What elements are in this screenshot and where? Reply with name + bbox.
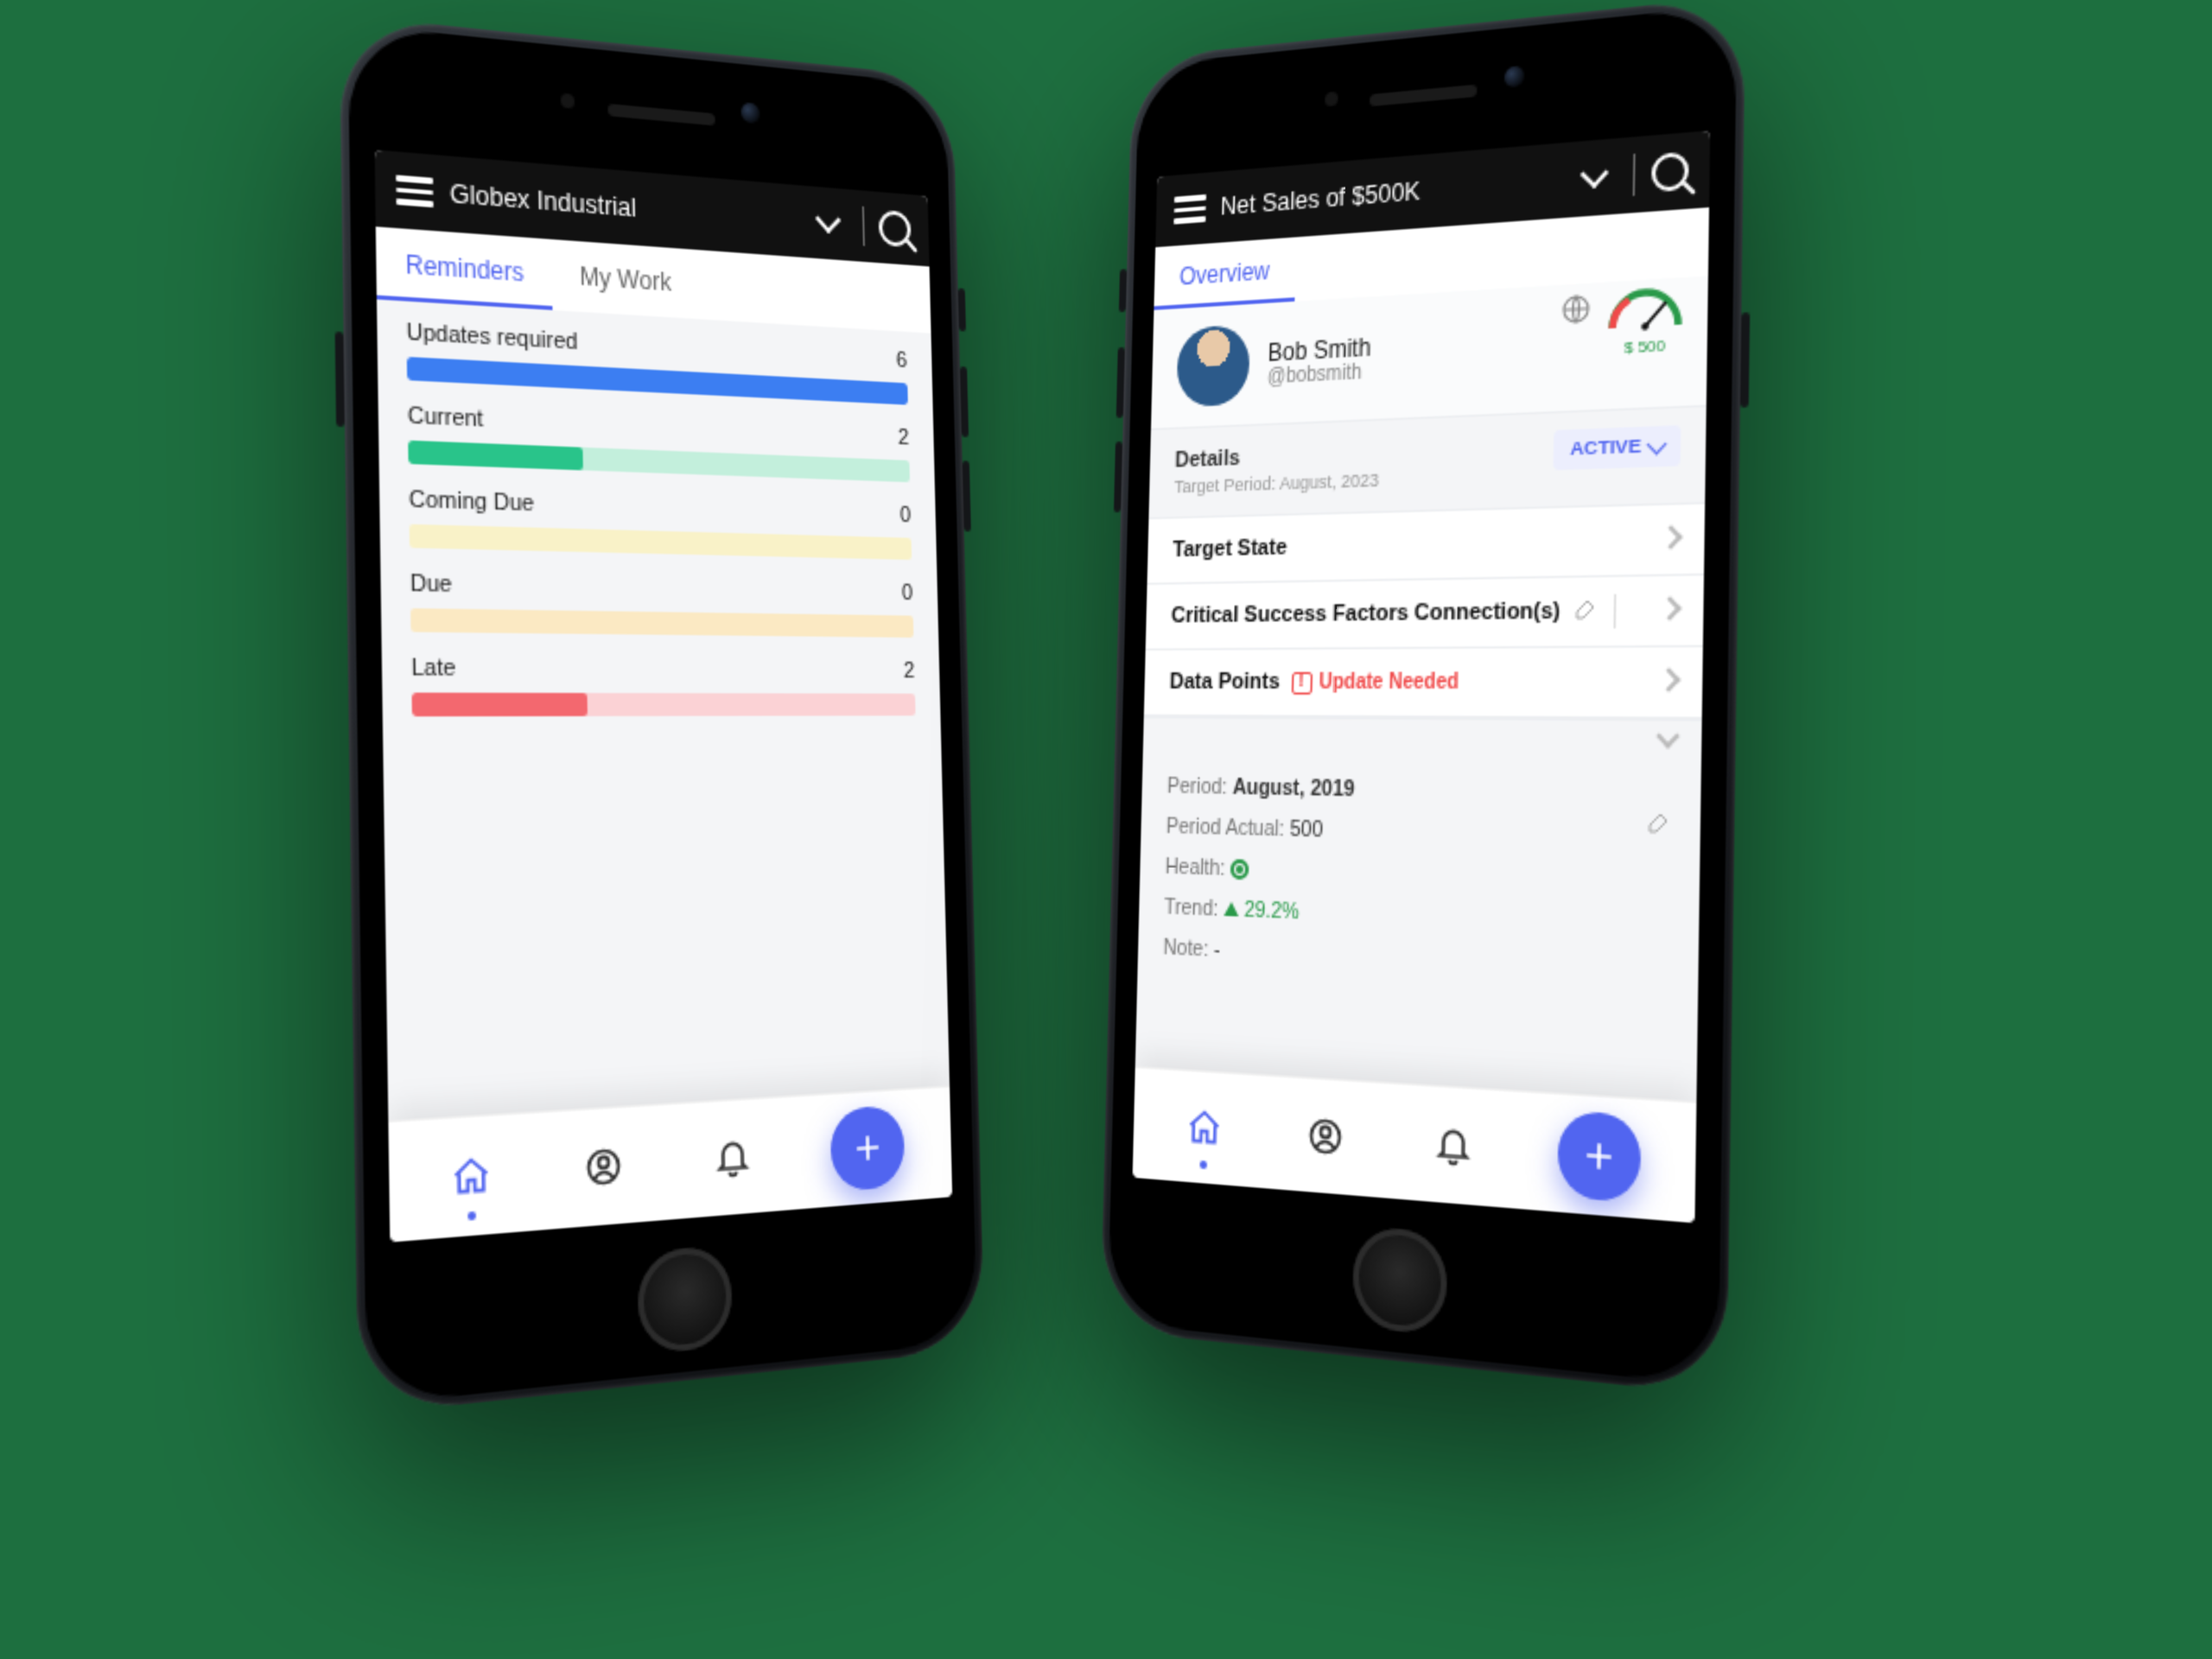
bell-icon[interactable] xyxy=(1427,1116,1479,1176)
progress-track xyxy=(410,608,913,638)
reminder-count: 0 xyxy=(899,504,911,528)
tab-my-work[interactable]: My Work xyxy=(551,239,699,319)
chevron-right-icon xyxy=(1660,669,1677,695)
speaker xyxy=(607,104,715,126)
speaker xyxy=(1370,85,1477,107)
section-data-points-title: Data Points xyxy=(1169,670,1280,694)
screen-right: Net Sales of $500K Overview Bob Smith @b… xyxy=(1133,130,1711,1223)
reminder-row[interactable]: Late 2 xyxy=(381,636,940,721)
sensor xyxy=(1325,92,1338,107)
screen-left: Globex Industrial Reminders My Work Upda… xyxy=(375,149,953,1242)
tab-overview[interactable]: Overview xyxy=(1154,237,1296,309)
tab-reminders[interactable]: Reminders xyxy=(376,226,553,310)
reminder-label: Current xyxy=(408,404,484,432)
profile-icon[interactable] xyxy=(577,1137,630,1197)
chevron-right-icon xyxy=(1662,598,1679,624)
globe-icon[interactable] xyxy=(1560,291,1592,327)
edit-icon[interactable] xyxy=(1573,594,1616,629)
section-details-subtitle: Target Period: August, 2023 xyxy=(1174,470,1379,497)
reminder-label: Updates required xyxy=(406,321,578,355)
edit-icon[interactable] xyxy=(1645,808,1671,848)
progress-fill xyxy=(408,441,582,471)
reminder-count: 2 xyxy=(898,426,909,450)
menu-icon[interactable] xyxy=(1173,194,1206,225)
menu-icon[interactable] xyxy=(396,175,434,207)
gauge-value: $ 500 xyxy=(1604,335,1687,359)
reminder-label: Coming Due xyxy=(409,487,534,517)
profile-icon[interactable] xyxy=(1300,1108,1351,1166)
phone-mockup-right: Net Sales of $500K Overview Bob Smith @b… xyxy=(1100,0,1745,1396)
section-csf-title: Critical Success Factors Connection(s) xyxy=(1171,599,1560,628)
reminder-label: Due xyxy=(410,571,452,598)
chevron-down-icon[interactable] xyxy=(816,206,842,234)
reminder-row[interactable]: Due 0 xyxy=(380,551,938,642)
gauge-chart: $ 500 xyxy=(1604,282,1687,346)
divider xyxy=(862,207,865,246)
add-button[interactable] xyxy=(830,1104,906,1192)
reminder-count: 2 xyxy=(903,659,914,683)
page-title: Net Sales of $500K xyxy=(1220,165,1568,220)
progress-fill xyxy=(411,693,587,717)
front-camera xyxy=(1504,66,1524,88)
search-icon[interactable] xyxy=(879,210,912,248)
update-needed-badge: Update Needed xyxy=(1291,671,1459,694)
reminder-label: Late xyxy=(411,656,456,682)
bell-icon[interactable] xyxy=(707,1128,758,1186)
phone-mockup-left: Globex Industrial Reminders My Work Upda… xyxy=(339,15,984,1415)
reminders-list: Updates required 6 Current 2 Coming Due 0 D… xyxy=(377,300,950,1121)
home-button[interactable] xyxy=(637,1244,733,1355)
section-details-title: Details xyxy=(1175,447,1241,473)
chevron-down-icon[interactable] xyxy=(1659,728,1676,758)
section-target-state-title: Target State xyxy=(1173,536,1287,563)
page-title: Globex Industrial xyxy=(449,179,804,235)
power-button xyxy=(1740,312,1750,408)
section-data-points[interactable]: Data Points Update Needed xyxy=(1144,647,1703,719)
status-badge[interactable]: ACTIVE xyxy=(1554,425,1681,470)
reminder-count: 6 xyxy=(896,349,907,373)
home-button[interactable] xyxy=(1352,1225,1448,1336)
section-csf[interactable]: Critical Success Factors Connection(s) xyxy=(1146,575,1704,651)
sensor xyxy=(561,93,575,109)
search-icon[interactable] xyxy=(1651,151,1689,193)
trend-up-icon xyxy=(1224,901,1238,916)
home-icon[interactable] xyxy=(443,1147,499,1207)
profile-name: Bob Smith xyxy=(1268,333,1371,366)
divider xyxy=(1633,154,1636,196)
add-button[interactable] xyxy=(1558,1110,1642,1204)
home-icon[interactable] xyxy=(1179,1100,1228,1157)
avatar[interactable] xyxy=(1176,324,1250,407)
mute-switch xyxy=(958,288,966,331)
chevron-down-icon[interactable] xyxy=(1580,159,1609,188)
progress-track xyxy=(411,693,915,717)
chevron-right-icon xyxy=(1662,526,1680,552)
health-dot-icon xyxy=(1230,860,1249,880)
overview-content: Bob Smith @bobsmith $ 500 Details Target xyxy=(1135,276,1708,1101)
front-camera xyxy=(741,102,760,124)
reminder-count: 0 xyxy=(901,582,912,606)
data-point-card xyxy=(1143,716,1702,765)
